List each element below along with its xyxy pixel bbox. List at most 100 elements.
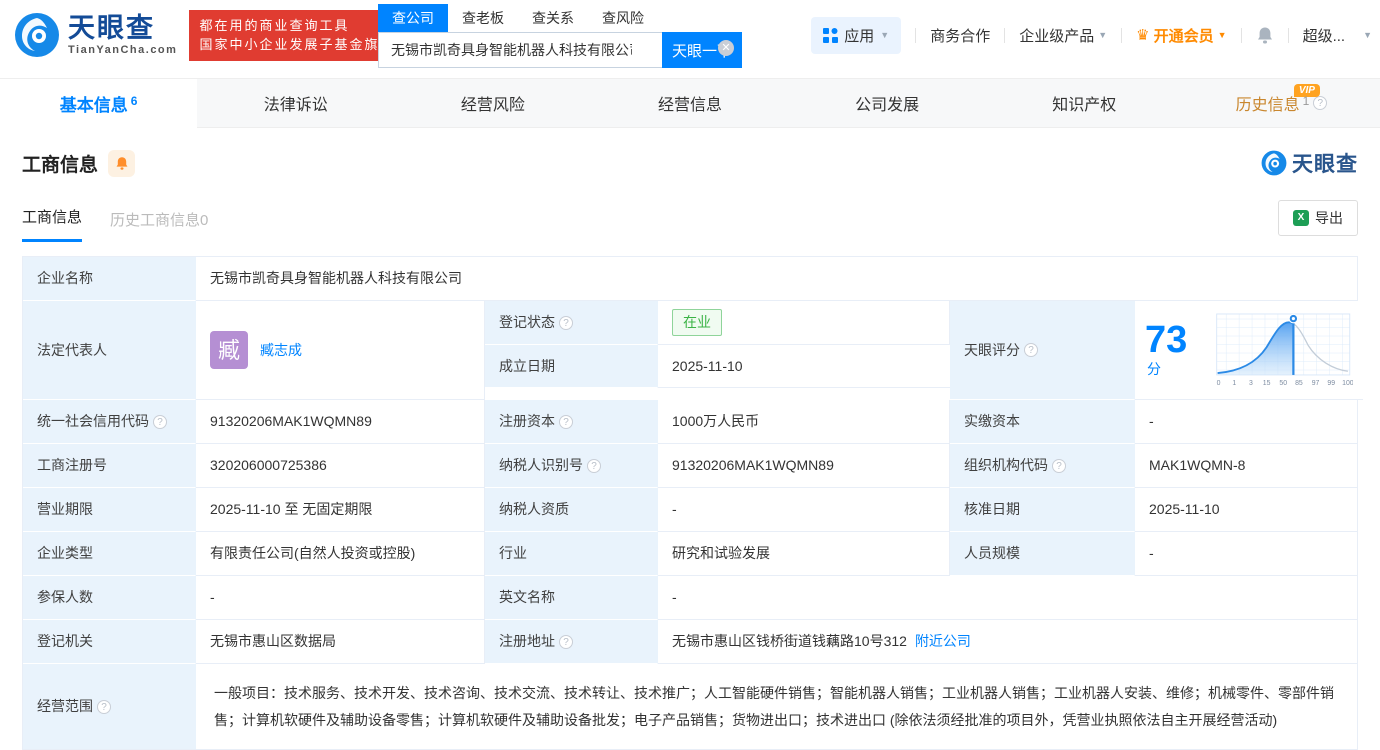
nearby-companies-link[interactable]: 附近公司 xyxy=(915,631,971,652)
score-value: 73 xyxy=(1145,318,1188,361)
help-icon[interactable]: ? xyxy=(1052,458,1066,473)
svg-text:1: 1 xyxy=(1232,380,1236,387)
company-tab-bar: 基本信息 6 法律诉讼 经营风险 经营信息 公司发展 知识产权 VIP 历史信息 1… xyxy=(0,78,1380,128)
taxpayer-id-label: 纳税人识别号 xyxy=(499,457,583,473)
reg-number-value: 320206000725386 xyxy=(196,444,485,488)
credit-code-value: 91320206MAK1WQMN89 xyxy=(196,400,485,444)
insured-count-label: 参保人数 xyxy=(23,576,196,620)
tab-operation-info[interactable]: 经营信息 xyxy=(591,79,788,127)
paid-capital-value: - xyxy=(1135,400,1357,444)
chevron-down-icon: ▼ xyxy=(1363,30,1372,40)
reg-capital-value: 1000万人民币 xyxy=(658,400,950,444)
tianyancha-logo[interactable]: 天眼查 TianYanCha.com xyxy=(14,12,177,58)
company-type-value: 有限责任公司(自然人投资或控股) xyxy=(196,532,485,576)
tab-basic-info[interactable]: 基本信息 6 xyxy=(0,79,198,128)
tab-operation-risk[interactable]: 经营风险 xyxy=(394,79,591,127)
help-icon[interactable]: ? xyxy=(1024,343,1038,357)
help-icon[interactable]: ? xyxy=(1313,96,1328,110)
industry-label: 行业 xyxy=(485,532,658,576)
help-icon[interactable]: ? xyxy=(97,699,111,714)
score-distribution-chart[interactable]: 0 1 3 15 50 85 97 99 100 xyxy=(1213,307,1353,393)
score-axis-labels: 0 1 3 15 50 85 97 99 100 xyxy=(1216,380,1353,387)
tab-company-development[interactable]: 公司发展 xyxy=(789,79,986,127)
chevron-down-icon: ▼ xyxy=(1098,30,1108,40)
top-header: 天眼查 TianYanCha.com 都在用的商业查询工具 国家中小企业发展子基… xyxy=(0,0,1380,70)
subtab-history-business-info[interactable]: 历史工商信息0 xyxy=(110,209,208,242)
approval-date-label: 核准日期 xyxy=(950,488,1135,532)
business-term-label: 营业期限 xyxy=(23,488,196,532)
staff-size-value: - xyxy=(1135,532,1357,576)
table-row: 参保人数 - 英文名称 - xyxy=(23,576,1357,620)
bell-icon xyxy=(116,156,127,170)
svg-text:15: 15 xyxy=(1263,380,1271,387)
table-row: 工商注册号 320206000725386 纳税人识别号? 91320206MA… xyxy=(23,444,1357,488)
legal-rep-avatar[interactable]: 臧 xyxy=(210,331,248,369)
credit-code-label: 统一社会信用代码 xyxy=(37,413,149,429)
company-name-label: 企业名称 xyxy=(23,257,196,301)
search-tab-relation[interactable]: 查关系 xyxy=(518,4,588,32)
staff-size-label: 人员规模 xyxy=(950,532,1135,576)
tianyancha-logo-icon xyxy=(15,13,59,57)
org-code-label: 组织机构代码 xyxy=(964,457,1048,473)
crown-icon: ♛ xyxy=(1136,27,1150,44)
company-name-value: 无锡市凯奇具身智能机器人科技有限公司 xyxy=(196,257,1357,301)
brand-name: 天眼查 xyxy=(68,12,155,43)
help-icon[interactable]: ? xyxy=(559,315,573,330)
table-row: 营业期限 2025-11-10 至 无固定期限 纳税人资质 - 核准日期 202… xyxy=(23,488,1357,532)
section-title: 工商信息 xyxy=(22,154,99,176)
reg-authority-value: 无锡市惠山区数据局 xyxy=(196,620,485,664)
insured-count-value: - xyxy=(196,576,485,620)
chevron-down-icon: ▼ xyxy=(880,30,890,40)
notification-bell-button[interactable] xyxy=(1256,26,1274,45)
reg-capital-label: 注册资本 xyxy=(499,413,555,429)
table-row: 法定代表人 臧 臧志成 登记状态 ? 在业 成立日期 2025-11-10 天眼… xyxy=(23,301,1364,400)
reg-address-label: 注册地址 xyxy=(499,633,555,649)
search-input[interactable] xyxy=(378,32,662,68)
approval-date-value: 2025-11-10 xyxy=(1135,488,1357,532)
svg-text:85: 85 xyxy=(1295,380,1303,387)
watermark-logo: 天眼查 xyxy=(1261,148,1358,178)
taxpayer-id-value: 91320206MAK1WQMN89 xyxy=(658,444,950,488)
subtab-business-info[interactable]: 工商信息 xyxy=(22,206,83,242)
clear-search-icon[interactable]: ✕ xyxy=(718,40,734,56)
svg-text:50: 50 xyxy=(1279,380,1287,387)
bell-icon xyxy=(1257,27,1272,43)
search-tab-boss[interactable]: 查老板 xyxy=(448,4,518,32)
search-tabs: 查公司 查老板 查关系 查风险 xyxy=(378,4,822,32)
business-info-table: 企业名称 无锡市凯奇具身智能机器人科技有限公司 法定代表人 臧 臧志成 登记状态… xyxy=(22,256,1364,750)
excel-icon: X xyxy=(1293,210,1309,226)
english-name-label: 英文名称 xyxy=(485,576,658,620)
search-tab-company[interactable]: 查公司 xyxy=(378,4,448,32)
business-scope-value: 一般项目：技术服务、技术开发、技术咨询、技术交流、技术转让、技术推广；人工智能硬… xyxy=(214,685,1334,728)
legal-rep-name-link[interactable]: 臧志成 xyxy=(260,340,302,361)
svg-text:97: 97 xyxy=(1312,380,1320,387)
help-icon[interactable]: ? xyxy=(559,634,573,649)
reg-address-value: 无锡市惠山区钱桥街道钱藕路10号312 xyxy=(672,633,907,649)
brand-domain: TianYanCha.com xyxy=(68,43,178,56)
help-icon[interactable]: ? xyxy=(559,414,573,429)
business-cooperation-link[interactable]: 商务合作 xyxy=(930,25,990,46)
table-row: 企业类型 有限责任公司(自然人投资或控股) 行业 研究和试验发展 人员规模 - xyxy=(23,532,1357,576)
legal-rep-label: 法定代表人 xyxy=(23,301,196,400)
tab-history-info[interactable]: VIP 历史信息 1 ? xyxy=(1183,79,1380,127)
tab-legal-litigation[interactable]: 法律诉讼 xyxy=(197,79,394,127)
user-account-menu[interactable]: 超级... ▼ xyxy=(1303,25,1372,46)
tab-intellectual-property[interactable]: 知识产权 xyxy=(986,79,1183,127)
company-type-label: 企业类型 xyxy=(23,532,196,576)
apps-menu-button[interactable]: 应用 ▼ xyxy=(811,16,902,54)
search-tab-risk[interactable]: 查风险 xyxy=(588,4,658,32)
export-button[interactable]: X 导出 xyxy=(1278,200,1358,236)
tianyancha-logo-icon xyxy=(1261,150,1287,176)
enterprise-product-menu[interactable]: 企业级产品 ▼ xyxy=(1019,25,1107,46)
chevron-down-icon: ▼ xyxy=(1217,30,1227,40)
subscribe-bell-button[interactable] xyxy=(108,149,136,177)
search-area: 查公司 查老板 查关系 查风险 天眼一下 ✕ xyxy=(378,4,822,68)
svg-text:100: 100 xyxy=(1342,380,1353,387)
header-nav: 应用 ▼ 商务合作 企业级产品 ▼ ♛ 开通会员 ▼ 超级... ▼ xyxy=(811,0,1372,70)
open-vip-button[interactable]: ♛ 开通会员 ▼ xyxy=(1136,25,1226,46)
table-row: 企业名称 无锡市凯奇具身智能机器人科技有限公司 xyxy=(23,257,1357,301)
table-row: 统一社会信用代码? 91320206MAK1WQMN89 注册资本? 1000万… xyxy=(23,400,1357,444)
svg-text:0: 0 xyxy=(1216,380,1220,387)
help-icon[interactable]: ? xyxy=(587,458,601,473)
help-icon[interactable]: ? xyxy=(153,414,167,429)
